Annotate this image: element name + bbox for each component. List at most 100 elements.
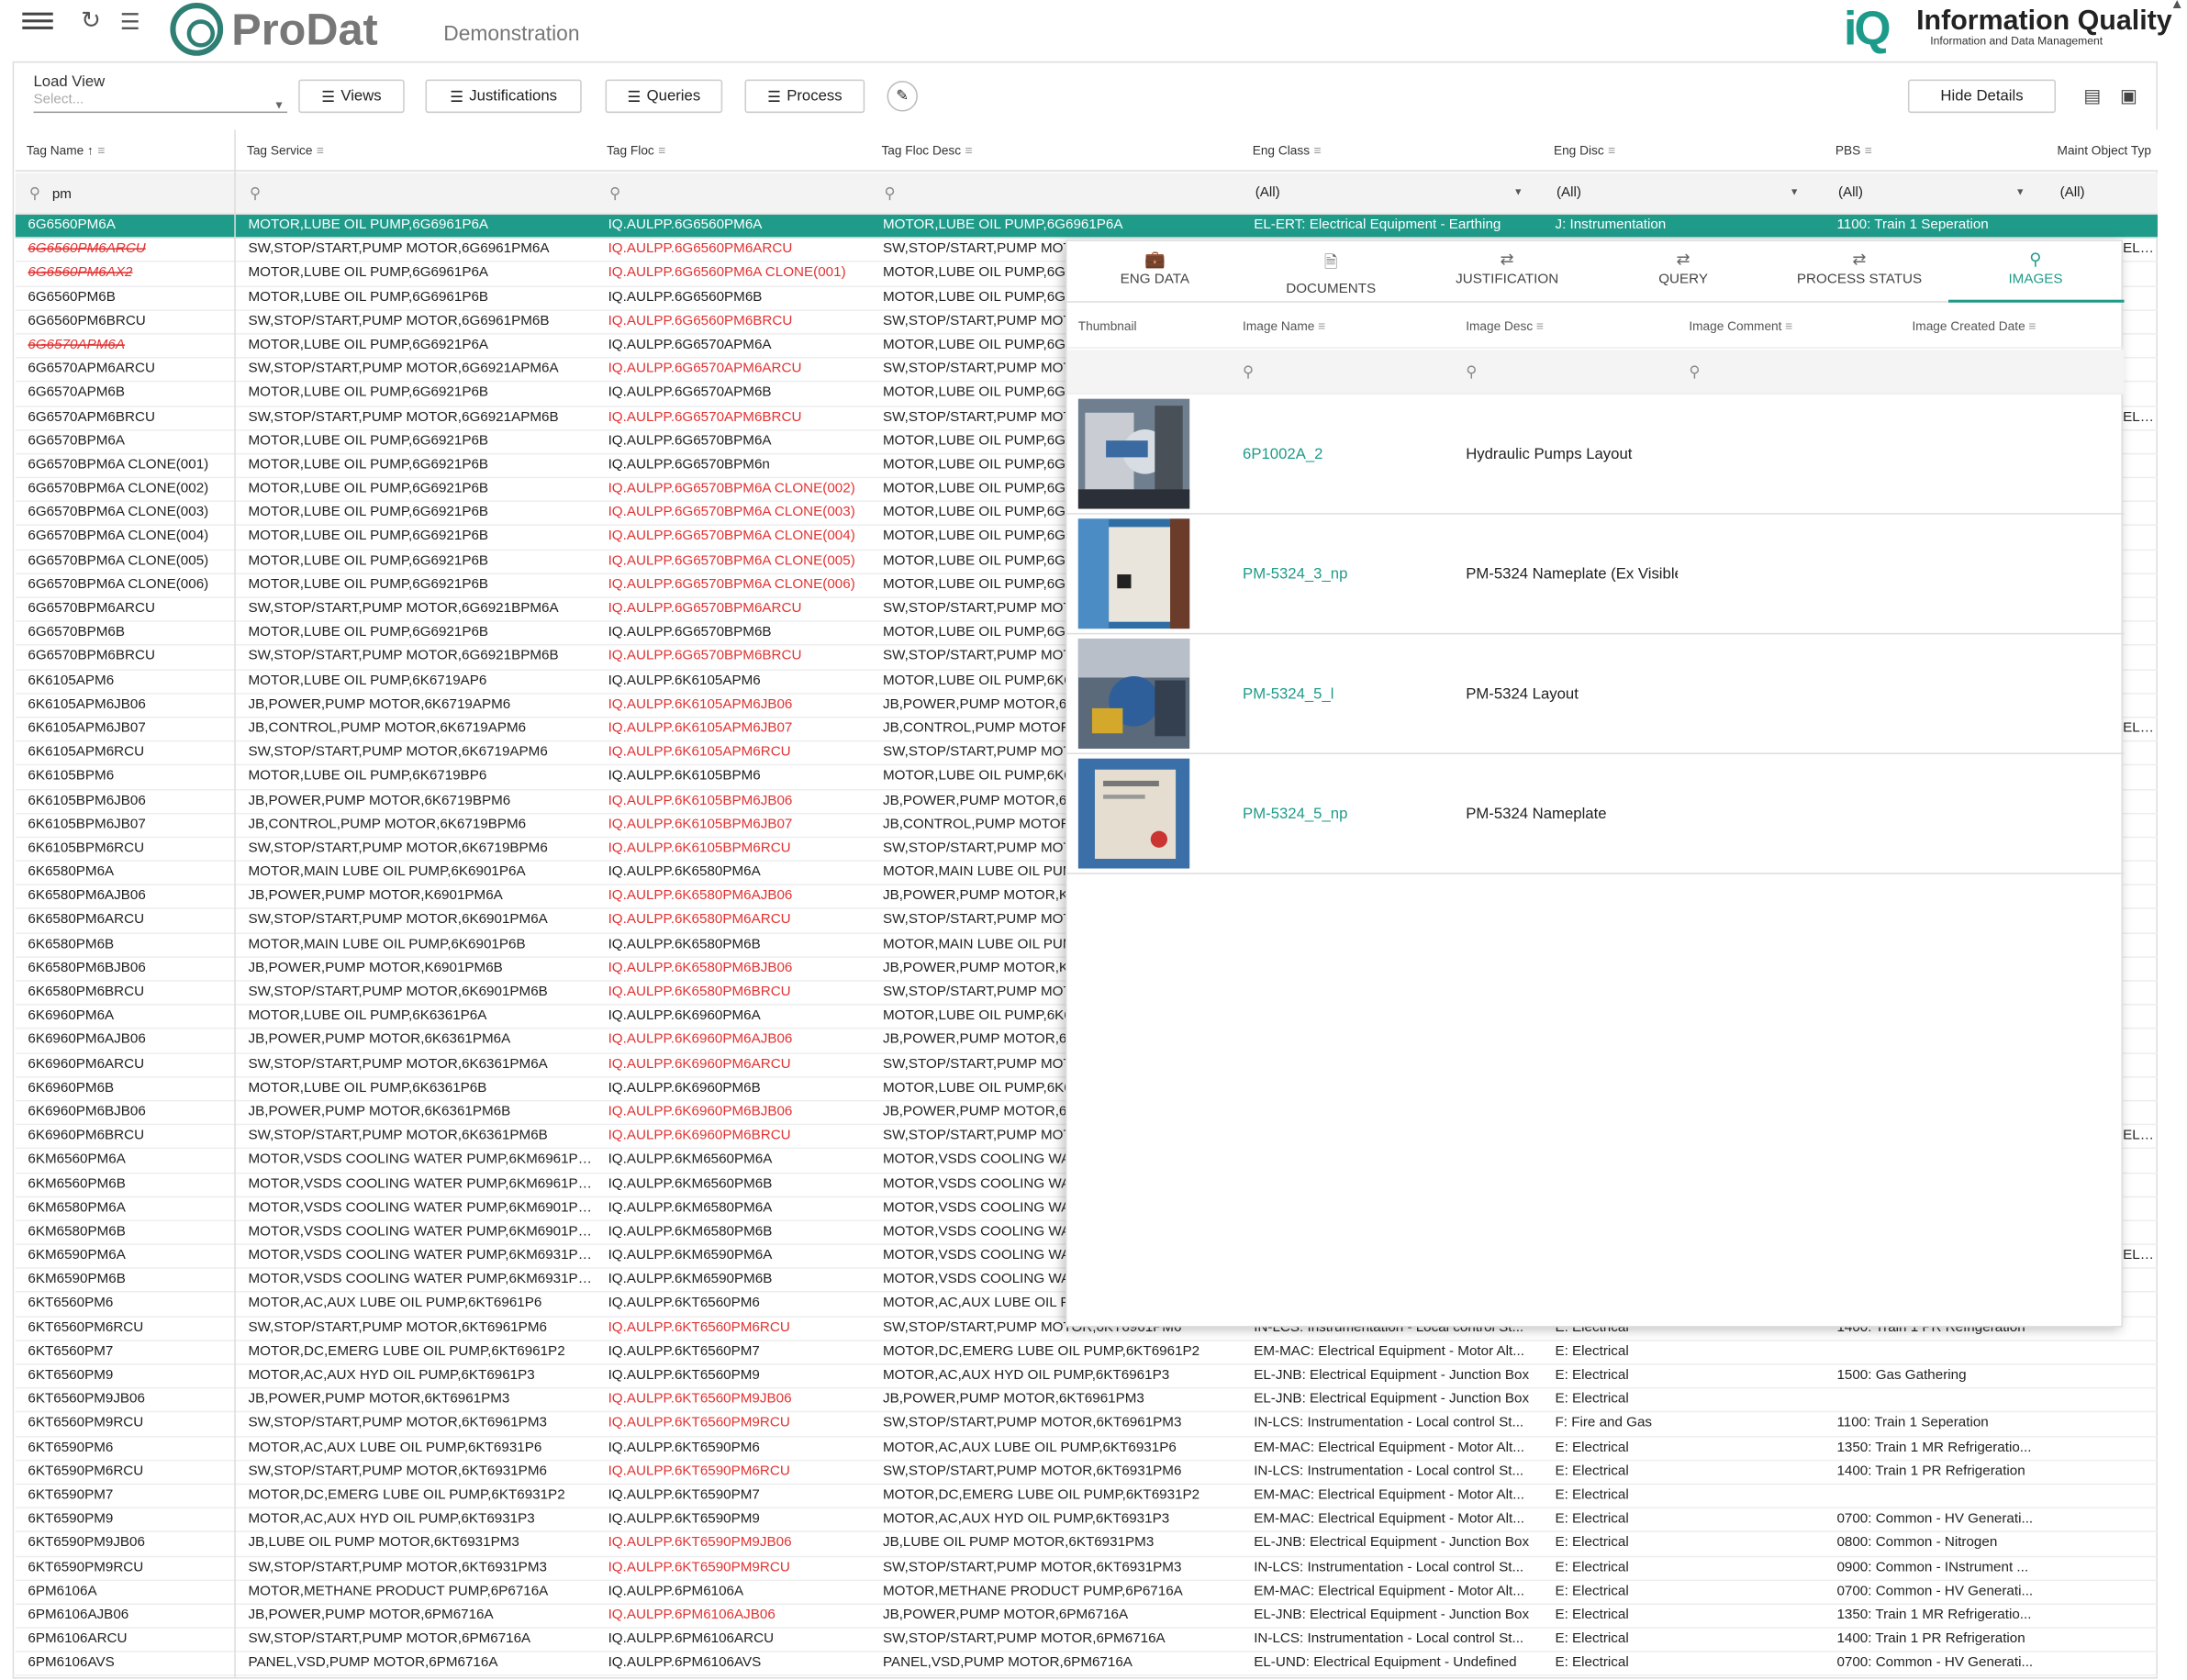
table-cell: MOTOR,LUBE OIL PUMP,6K6361P6B [248, 1080, 487, 1096]
filter-icon[interactable]: ≡ [1865, 144, 1872, 158]
col-header-tag-floc[interactable]: Tag Floc ≡ [596, 129, 665, 172]
col-header-tag-service[interactable]: Tag Service ≡ [236, 129, 324, 172]
search-icon[interactable]: ⚲ [1243, 362, 1254, 381]
image-name-link[interactable]: PM-5324_5_np [1243, 754, 1347, 874]
table-row[interactable]: 6KT6590PM7 MOTOR,DC,EMERG LUBE OIL PUMP,6… [15, 1485, 2158, 1509]
prodat-logo-icon [170, 3, 224, 56]
image-row[interactable]: PM-5324_5_np PM-5324 Nameplate [1066, 754, 2125, 874]
image-thumbnail[interactable] [1077, 758, 1190, 869]
table-cell: 6G6570APM6ARCU [28, 361, 155, 377]
table-row[interactable]: 6PM6106A MOTOR,METHANE PRODUCT PUMP,6P671… [15, 1581, 2158, 1605]
table-cell: 6K6580PM6AJB06 [28, 888, 146, 905]
table-row[interactable]: 6KT6560PM9RCU SW,STOP/START,PUMP MOTOR,6K… [15, 1413, 2158, 1437]
filter-icon[interactable]: ≡ [2028, 319, 2036, 333]
filter-icon[interactable]: ☰ [120, 8, 140, 36]
tab-justification[interactable]: ⇄ JUSTIFICATION [1419, 241, 1594, 303]
table-cell: MOTOR,LUBE OIL PUMP,6G6921P6B [248, 528, 489, 545]
table-row[interactable]: 6KT6560PM7 MOTOR,DC,EMERG LUBE OIL PUMP,6… [15, 1341, 2158, 1365]
tab-query[interactable]: ⇄ QUERY [1595, 241, 1770, 303]
filter-icon[interactable]: ≡ [1608, 144, 1615, 158]
tag-service-filter[interactable]: ⚲ [239, 172, 261, 215]
table-row[interactable]: 6KT6590PM9RCU SW,STOP/START,PUMP MOTOR,6K… [15, 1557, 2158, 1581]
table-cell: 6PM6106AVS [28, 1655, 115, 1671]
search-icon[interactable]: ⚲ [1466, 362, 1477, 381]
filter-icon[interactable]: ≡ [1785, 319, 1792, 333]
col-header-image-desc[interactable]: Image Desc ≡ [1466, 304, 1544, 349]
table-cell: MOTOR,VSDS COOLING WATER PUMP,6KM6961P6A [248, 1152, 593, 1168]
table-cell: SW,STOP/START,PUMP MOTOR,6PM6716A [248, 1630, 531, 1647]
col-header-thumbnail[interactable]: Thumbnail [1078, 304, 1137, 349]
export-icon[interactable]: ▤ [2083, 85, 2101, 107]
table-row[interactable]: 6KT6560PM9 MOTOR,AC,AUX HYD OIL PUMP,6KT6… [15, 1365, 2158, 1389]
filter-icon[interactable]: ≡ [1314, 144, 1322, 158]
col-header-tag-name[interactable]: Tag Name ↑ ≡ [16, 129, 106, 172]
views-button[interactable]: ☰ Views [298, 79, 405, 114]
filter-icon[interactable]: ≡ [1318, 319, 1325, 333]
col-header-image-comment[interactable]: Image Comment ≡ [1689, 304, 1792, 349]
col-header-tag-floc-desc[interactable]: Tag Floc Desc ≡ [870, 129, 972, 172]
eng-class-filter[interactable]: (All) ▼ [1244, 172, 1534, 215]
table-row[interactable]: 6KT6590PM6 MOTOR,AC,AUX LUBE OIL PUMP,6KT… [15, 1437, 2158, 1462]
table-row[interactable]: 6KT6590PM9 MOTOR,AC,AUX HYD OIL PUMP,6KT6… [15, 1508, 2158, 1533]
image-row[interactable]: PM-5324_5_l PM-5324 Layout [1066, 634, 2125, 755]
table-cell: 6G6570BPM6BRCU [28, 649, 155, 664]
table-cell: MOTOR,DC,EMERG LUBE OIL PUMP,6KT6931P2 [882, 1487, 1200, 1503]
image-name-link[interactable]: PM-5324_3_np [1243, 515, 1347, 635]
table-cell: 6K6105APM6JB06 [28, 696, 146, 713]
layout-icon[interactable]: ▣ [2120, 85, 2137, 107]
search-icon[interactable]: ⚲ [1689, 362, 1700, 381]
table-cell: SW,STOP/START,PUMP MOTOR,6K6719BPM6 [248, 840, 548, 856]
eng-disc-filter[interactable]: (All) ▼ [1545, 172, 1811, 215]
table-cell: 0700: Common - HV Generati... [1836, 1583, 2034, 1599]
filter-icon[interactable]: ≡ [1536, 319, 1544, 333]
col-header-image-name[interactable]: Image Name ≡ [1243, 304, 1325, 349]
maint-object-type-filter[interactable]: (All) [2048, 172, 2085, 215]
load-view-select[interactable]: Load View Select... ▼ [33, 74, 288, 114]
justifications-button[interactable]: ☰ Justifications [425, 79, 582, 114]
collapse-icon[interactable]: ▲ [2170, 0, 2184, 13]
table-row[interactable]: 6KT6560PM9JB06 JB,POWER,PUMP MOTOR,6KT696… [15, 1389, 2158, 1413]
table-row[interactable]: 6G6560PM6A MOTOR,LUBE OIL PUMP,6G6961P6A I… [15, 215, 2158, 239]
col-header-maint-object-type[interactable]: Maint Object Typ [2046, 129, 2151, 172]
col-header-eng-class[interactable]: Eng Class ≡ [1242, 129, 1322, 172]
image-thumbnail[interactable] [1077, 398, 1190, 509]
filter-icon[interactable]: ≡ [97, 144, 105, 158]
refresh-icon[interactable]: ↻ [81, 7, 101, 35]
image-name-link[interactable]: 6P1002A_2 [1243, 395, 1322, 515]
table-row[interactable]: 6KT6590PM9JB06 JB,LUBE OIL PUMP MOTOR,6KT… [15, 1532, 2158, 1557]
tag-floc-desc-filter[interactable]: ⚲ [873, 172, 895, 215]
tag-name-filter[interactable]: ⚲ pm [18, 172, 228, 215]
queries-button[interactable]: ☰ Queries [605, 79, 723, 114]
table-row[interactable]: 6PM6106AVS PANEL,VSD,PUMP MOTOR,6PM6716A I… [15, 1652, 2158, 1677]
table-cell: JB,POWER,PUMP MOTOR,6K6719BPM6 [248, 792, 511, 808]
tab-documents[interactable]: 🗎 DOCUMENTS [1244, 241, 1419, 303]
image-row[interactable]: PM-5324_3_np PM-5324 Nameplate (Ex Visibl… [1066, 515, 2125, 635]
edit-icon[interactable]: ✎ [887, 81, 918, 112]
menu-icon[interactable] [22, 8, 53, 33]
tag-floc-filter[interactable]: ⚲ [598, 172, 620, 215]
filter-icon[interactable]: ≡ [965, 144, 973, 158]
tab-images[interactable]: ⚲ IMAGES [1947, 241, 2124, 303]
col-header-eng-disc[interactable]: Eng Disc ≡ [1543, 129, 1615, 172]
table-row[interactable]: 6PM6106AJB06 JB,POWER,PUMP MOTOR,6PM6716A… [15, 1605, 2158, 1629]
table-cell: 6G6570BPM6A CLONE(004) [28, 528, 209, 545]
image-desc: PM-5324 Layout [1466, 685, 1579, 703]
col-header-image-created-date[interactable]: Image Created Date ≡ [1913, 304, 2036, 349]
filter-icon[interactable]: ≡ [317, 144, 324, 158]
process-button[interactable]: ☰ Process [744, 79, 865, 114]
image-thumbnail[interactable] [1077, 638, 1190, 749]
image-row[interactable]: 6P1002A_2 Hydraulic Pumps Layout [1066, 395, 2125, 515]
image-thumbnail[interactable] [1077, 518, 1190, 629]
hide-details-button[interactable]: Hide Details [1907, 79, 2057, 114]
table-cell: 6KT6590PM9 [28, 1511, 114, 1528]
tab-eng-data[interactable]: 💼 ENG DATA [1067, 241, 1243, 303]
table-row[interactable]: 6PM6106ARCU SW,STOP/START,PUMP MOTOR,6PM6… [15, 1629, 2158, 1652]
table-row[interactable]: 6KT6590PM6RCU SW,STOP/START,PUMP MOTOR,6K… [15, 1461, 2158, 1485]
pbs-filter[interactable]: (All) ▼ [1827, 172, 2036, 215]
col-header-pbs[interactable]: PBS ≡ [1824, 129, 1872, 172]
tab-process-status[interactable]: ⇄ PROCESS STATUS [1771, 241, 1947, 303]
image-name-link[interactable]: PM-5324_5_l [1243, 634, 1333, 754]
table-cell: IN-LCS: Instrumentation - Local control … [1254, 1463, 1524, 1479]
table-cell: IQ.AULPP.6KM6560PM6B [608, 1175, 773, 1192]
filter-icon[interactable]: ≡ [658, 144, 665, 158]
